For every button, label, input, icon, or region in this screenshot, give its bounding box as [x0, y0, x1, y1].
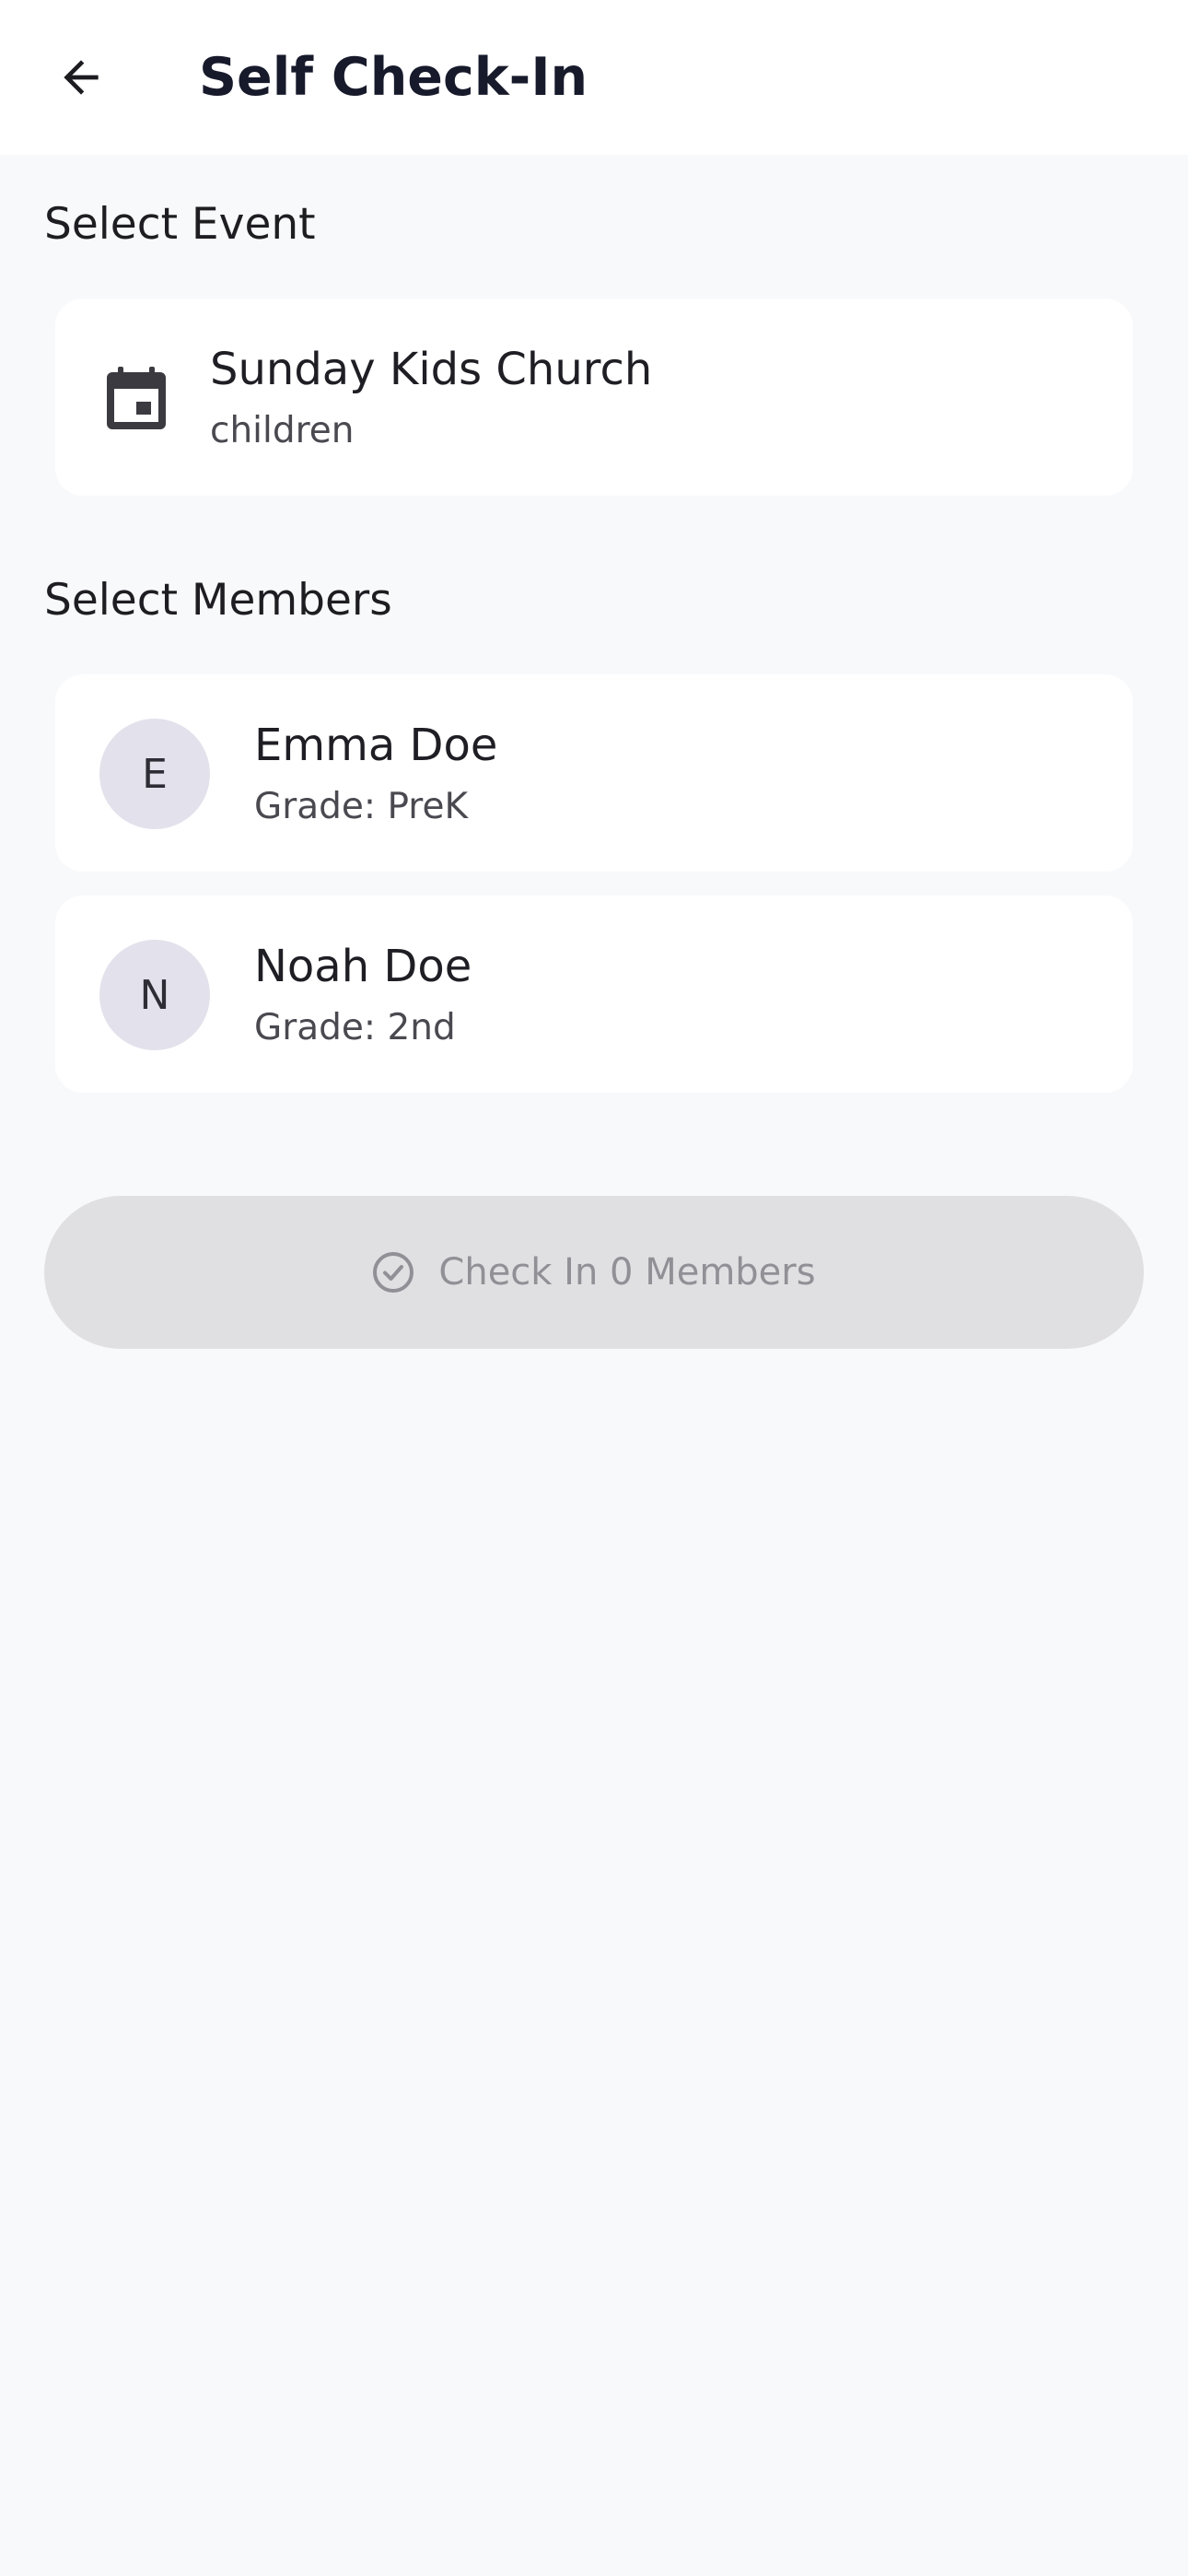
member-grade: Grade: PreK [254, 786, 469, 827]
member-name: Emma Doe [254, 720, 498, 771]
check-in-button[interactable]: Check In 0 Members [44, 1196, 1144, 1349]
event-subtitle: children [210, 410, 355, 451]
member-name: Noah Doe [254, 941, 472, 992]
check-circle-icon [372, 1251, 414, 1294]
check-in-button-label: Check In 0 Members [438, 1251, 816, 1294]
select-members-heading: Select Members [44, 575, 392, 626]
select-event-heading: Select Event [44, 199, 316, 250]
arrow-left-icon [55, 52, 107, 103]
check-in-button-content: Check In 0 Members [372, 1251, 816, 1294]
page-title: Self Check-In [199, 47, 588, 108]
event-title: Sunday Kids Church [210, 344, 653, 395]
avatar: E [99, 719, 210, 829]
back-button[interactable] [41, 37, 122, 118]
avatar: N [99, 940, 210, 1050]
app-bar: Self Check-In [0, 0, 1188, 155]
event-card[interactable]: Sunday Kids Church children [55, 299, 1133, 496]
member-card-emma[interactable]: E Emma Doe Grade: PreK [55, 674, 1133, 872]
member-card-noah[interactable]: N Noah Doe Grade: 2nd [55, 896, 1133, 1093]
calendar-icon [105, 365, 168, 431]
member-grade: Grade: 2nd [254, 1007, 456, 1048]
